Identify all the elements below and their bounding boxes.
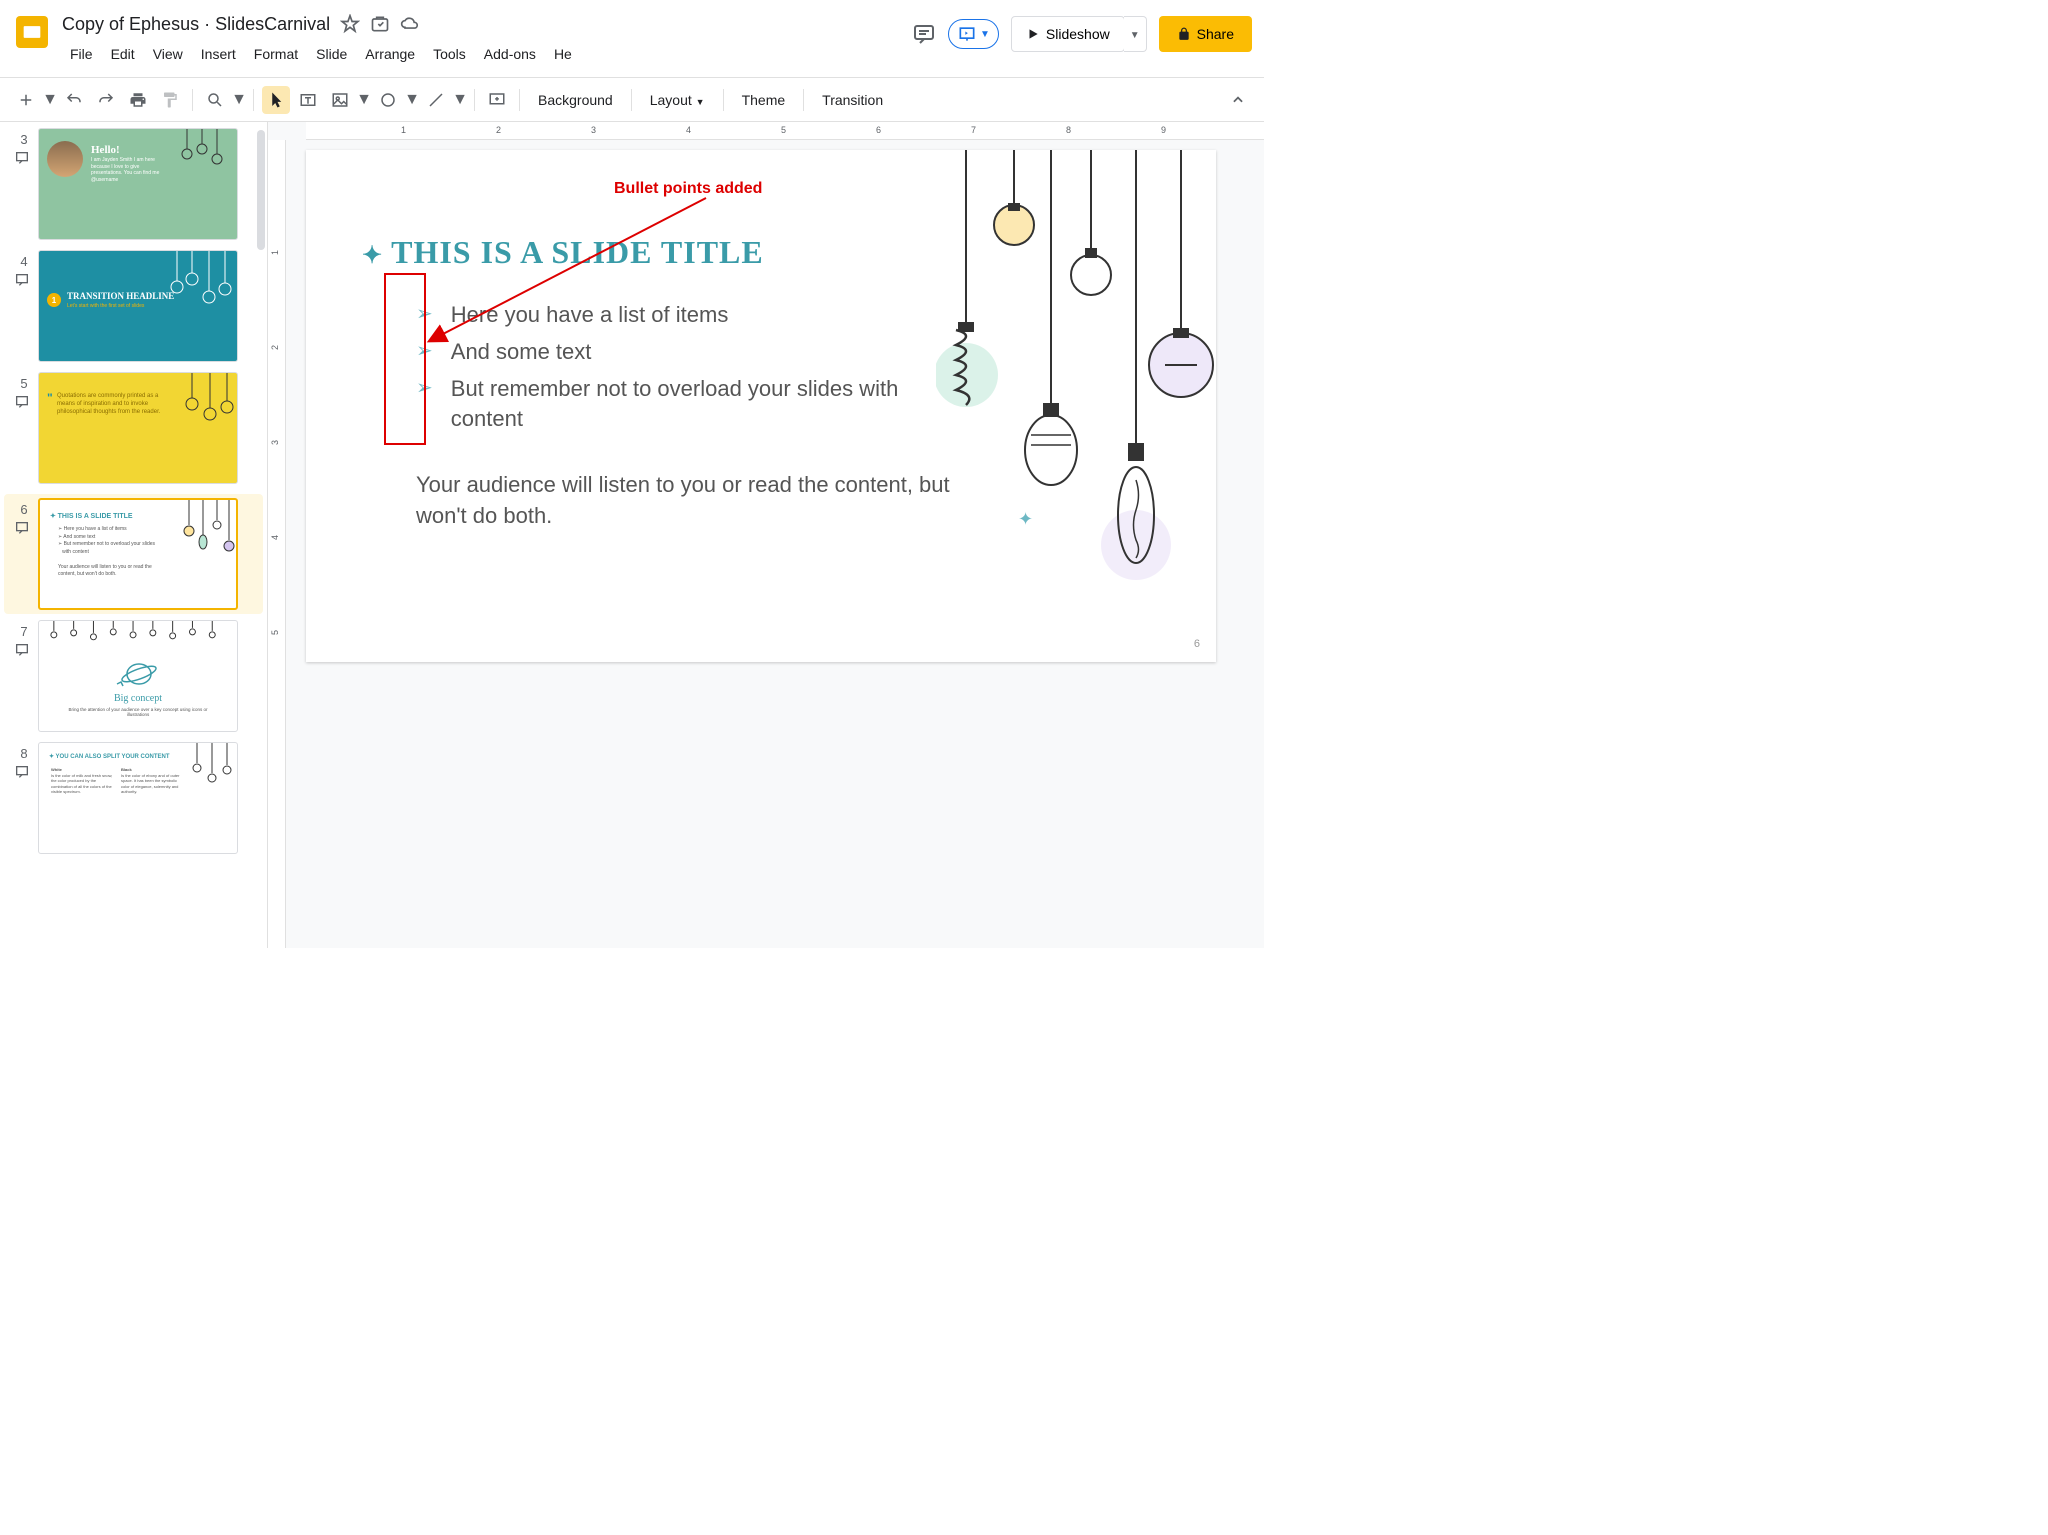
- thumb-row-5[interactable]: 5 " Quotations are commonly printed as a…: [4, 372, 263, 484]
- header: Copy of Ephesus · SlidesCarnival File Ed…: [0, 0, 1264, 78]
- cloud-icon[interactable]: [400, 14, 420, 34]
- scrollbar[interactable]: [257, 130, 265, 250]
- thumb-row-7[interactable]: 7 Big concept Bring the attention of you…: [4, 620, 263, 732]
- background-button[interactable]: Background: [528, 86, 623, 114]
- theme-button[interactable]: Theme: [732, 86, 796, 114]
- layout-button[interactable]: Layout ▼: [640, 86, 715, 114]
- star-icon[interactable]: [340, 14, 360, 34]
- speaker-notes-icon: [14, 764, 30, 780]
- menu-view[interactable]: View: [145, 42, 191, 66]
- move-icon[interactable]: [370, 14, 390, 34]
- annotation-box: [384, 273, 426, 445]
- present-button[interactable]: ▼: [948, 19, 999, 49]
- ruler-vertical: 1 2 3 4 5: [268, 140, 286, 948]
- new-slide-dropdown[interactable]: ▼: [44, 86, 56, 114]
- filmstrip[interactable]: 3 Hello! I am Jayden Smith I am here bec…: [0, 122, 268, 948]
- ruler-horizontal: 1 2 3 4 5 6 7 8 9: [306, 122, 1264, 140]
- menu-edit[interactable]: Edit: [103, 42, 143, 66]
- print-icon[interactable]: [124, 86, 152, 114]
- slide-canvas[interactable]: This is a slide title ➢Here you have a l…: [306, 150, 1216, 662]
- annotation-arrow: [426, 190, 726, 350]
- undo-icon[interactable]: [60, 86, 88, 114]
- thumb-row-6[interactable]: 6 ✦ This is a slide title ➢ Here you hav…: [4, 494, 263, 614]
- transition-button[interactable]: Transition: [812, 86, 893, 114]
- menu-slide[interactable]: Slide: [308, 42, 355, 66]
- image-dropdown[interactable]: ▼: [358, 86, 370, 114]
- toolbar: ▼ ▼ ▼ ▼ ▼ Background Layout ▼ Theme Tran…: [0, 78, 1264, 122]
- svg-text:✦: ✦: [1018, 509, 1033, 529]
- speaker-notes-icon: [14, 394, 30, 410]
- menu-tools[interactable]: Tools: [425, 42, 474, 66]
- hide-menus-icon[interactable]: [1224, 86, 1252, 114]
- menu-bar: File Edit View Insert Format Slide Arran…: [62, 42, 912, 66]
- new-slide-icon[interactable]: [12, 86, 40, 114]
- slides-logo[interactable]: [12, 12, 52, 52]
- menu-addons[interactable]: Add-ons: [476, 42, 544, 66]
- thumb-row-8[interactable]: 8 ✦ You can also split your content Whit…: [4, 742, 263, 854]
- textbox-icon[interactable]: [294, 86, 322, 114]
- share-button[interactable]: Share: [1159, 16, 1252, 52]
- zoom-icon[interactable]: [201, 86, 229, 114]
- line-icon[interactable]: [422, 86, 450, 114]
- speaker-notes-icon: [14, 642, 30, 658]
- canvas-area[interactable]: 1 2 3 4 5 6 7 8 9 1 2 3 4 5 This is a sl…: [268, 122, 1264, 948]
- slideshow-button[interactable]: Slideshow: [1011, 16, 1125, 52]
- shape-dropdown[interactable]: ▼: [406, 86, 418, 114]
- comments-icon[interactable]: [912, 22, 936, 46]
- redo-icon[interactable]: [92, 86, 120, 114]
- slideshow-dropdown[interactable]: ▼: [1124, 16, 1147, 52]
- menu-arrange[interactable]: Arrange: [357, 42, 423, 66]
- zoom-dropdown[interactable]: ▼: [233, 86, 245, 114]
- speaker-notes-icon: [14, 520, 30, 536]
- menu-format[interactable]: Format: [246, 42, 306, 66]
- comment-add-icon[interactable]: [483, 86, 511, 114]
- select-icon[interactable]: [262, 86, 290, 114]
- doc-title[interactable]: Copy of Ephesus · SlidesCarnival: [62, 14, 330, 35]
- shape-icon[interactable]: [374, 86, 402, 114]
- thumb-row-3[interactable]: 3 Hello! I am Jayden Smith I am here bec…: [4, 128, 263, 240]
- lightbulb-decoration: ✦: [936, 150, 1216, 662]
- menu-file[interactable]: File: [62, 42, 101, 66]
- body-text[interactable]: Your audience will listen to you or read…: [416, 470, 976, 532]
- annotation-label: Bullet points added: [614, 180, 762, 198]
- menu-insert[interactable]: Insert: [193, 42, 244, 66]
- speaker-notes-icon: [14, 150, 30, 166]
- menu-help[interactable]: He: [546, 42, 580, 66]
- paint-format-icon[interactable]: [156, 86, 184, 114]
- image-icon[interactable]: [326, 86, 354, 114]
- line-dropdown[interactable]: ▼: [454, 86, 466, 114]
- thumb-row-4[interactable]: 4 1 Transition Headline Let's start with…: [4, 250, 263, 362]
- speaker-notes-icon: [14, 272, 30, 288]
